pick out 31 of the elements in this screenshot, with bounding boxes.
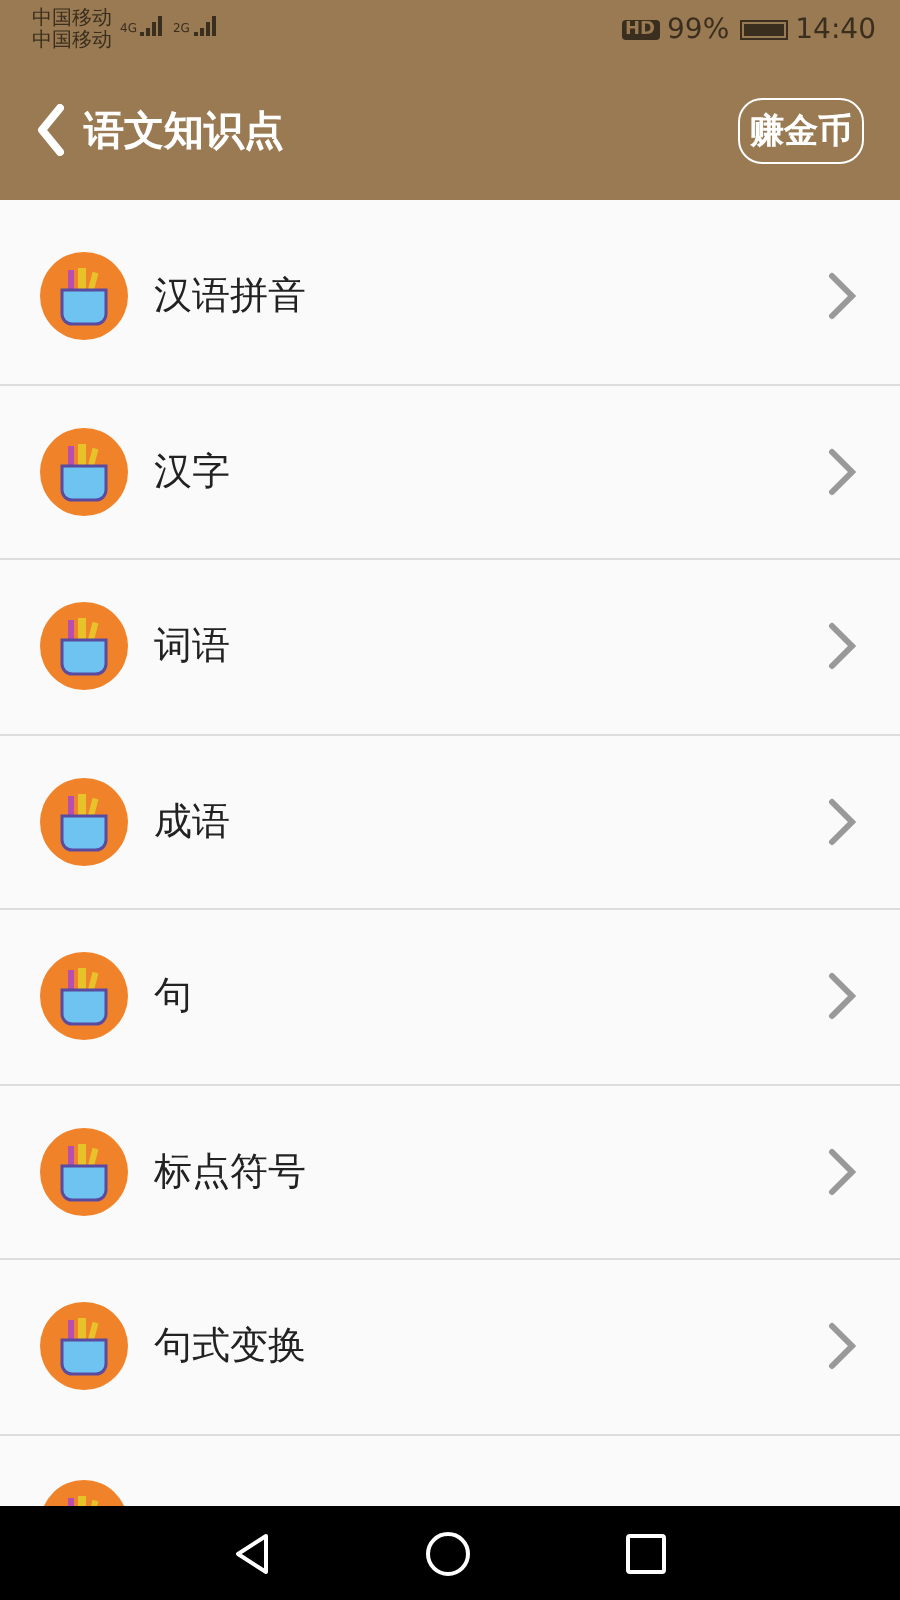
carrier-name: 中国移动 <box>32 8 112 30</box>
recents-icon[interactable] <box>626 1533 666 1573</box>
back-button[interactable] <box>36 104 64 156</box>
chevron-right-icon <box>828 447 856 496</box>
battery-icon <box>739 20 788 40</box>
signal-icon <box>193 16 218 36</box>
chevron-right-icon <box>828 972 856 1021</box>
list-item[interactable]: 成语 <box>0 735 900 910</box>
clock: 14:40 <box>795 14 876 46</box>
list-item[interactable]: 汉字 <box>0 385 900 560</box>
pencil-cup-icon <box>40 1127 128 1216</box>
pencil-cup-icon <box>40 252 128 341</box>
hd-badge: HD <box>621 20 660 40</box>
signal-icon <box>140 16 165 36</box>
chevron-right-icon <box>828 622 856 671</box>
chevron-right-icon <box>828 797 856 846</box>
list-item[interactable]: 标点符号 <box>0 1085 900 1260</box>
earn-coins-button[interactable]: 赚金币 <box>738 97 864 163</box>
chevron-right-icon <box>828 272 856 321</box>
carrier-name: 中国移动 <box>32 30 112 52</box>
pencil-cup-icon <box>40 602 128 691</box>
back-icon[interactable] <box>234 1531 270 1575</box>
pencil-cup-icon <box>40 777 128 866</box>
chevron-right-icon <box>828 1322 856 1371</box>
pencil-cup-icon <box>40 427 128 516</box>
pencil-cup-icon <box>40 1302 128 1391</box>
page-title: 语文知识点 <box>84 103 284 157</box>
pencil-cup-icon <box>40 952 128 1041</box>
battery-percent: 99% <box>667 14 730 46</box>
chevron-right-icon <box>828 1147 856 1196</box>
home-icon[interactable] <box>426 1531 470 1575</box>
